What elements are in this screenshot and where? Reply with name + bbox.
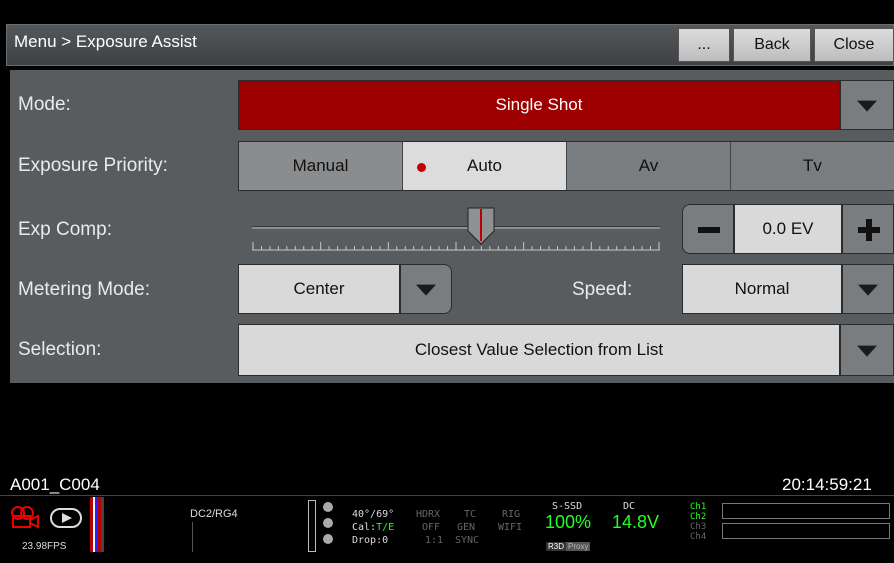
channel-3: Ch3 [690,522,707,532]
tc-label: TC [464,509,477,520]
indicator-light-icon [323,534,333,544]
tc-sync: SYNC [455,535,480,546]
drop-readout: Drop:0 [352,535,389,546]
priority-option-label: Tv [803,156,822,175]
selection-dropdown-button[interactable] [840,324,894,376]
hdrx-value: OFF [422,522,441,533]
channel-1: Ch1 [690,502,707,512]
title-bar: Menu > Exposure Assist ... Back Close [0,0,894,70]
tc-value: GEN [457,522,476,533]
metering-mode-label: Metering Mode: [18,279,151,300]
minus-icon [698,227,720,233]
more-button[interactable]: ... [678,28,730,62]
exposure-priority-label: Exposure Priority: [18,155,168,176]
priority-option-label: Manual [292,156,349,175]
speed-label: Speed: [572,279,633,300]
hdrx-label: HDRX [416,509,441,520]
chevron-down-icon [416,284,436,296]
media-label: S-SSD [552,501,583,512]
metering-dropdown-button[interactable] [400,264,452,314]
audio-level-meter [722,523,890,539]
clip-name: A001_C004 [10,475,100,494]
priority-option-label: Av [638,156,659,175]
timecode: 20:14:59:21 [782,475,872,494]
divider [192,522,193,552]
play-icon[interactable] [50,508,82,528]
priority-option-label: Auto [467,156,502,175]
audio-meter-icon [90,497,104,552]
close-button[interactable]: Close [814,28,894,62]
fps-readout: 23.98FPS [22,541,67,552]
record-camera-icon[interactable] [10,505,42,529]
media-percent: 100% [545,512,592,532]
speed-dropdown[interactable]: Normal [682,264,842,314]
slider-ticks [252,242,660,251]
cal-readout: Cal:T/E [352,522,394,533]
slider-thumb[interactable] [467,207,495,245]
audio-level-meter [722,503,890,519]
priority-option-av[interactable]: Av [567,142,731,190]
indicator-light-icon [323,518,333,528]
channel-4: Ch4 [690,532,707,542]
metering-mode-dropdown[interactable]: Center [238,264,400,314]
indicator-light-icon [323,502,333,512]
speed-dropdown-button[interactable] [842,264,894,314]
priority-option-manual[interactable]: Manual [239,142,403,190]
rig-value: WIFI [498,522,523,533]
rig-label: RIG [502,509,521,520]
exp-comp-decrease-button[interactable] [682,204,734,254]
plus-icon-vertical [866,219,872,241]
voltage-readout: 14.8V [612,512,660,532]
chevron-down-icon [858,284,878,296]
channel-2: Ch2 [690,512,707,522]
media-tag-r3d: R3D [546,542,567,551]
mode-dropdown[interactable]: Single Shot [238,80,840,130]
temp-readout: 40°/69° [352,509,395,520]
back-button[interactable]: Back [733,28,811,62]
exp-comp-value: 0.0 EV [734,204,842,254]
power-label: DC [623,501,636,512]
selection-label: Selection: [18,339,102,360]
hdrx-ratio: 1:1 [425,535,444,546]
mode-label: Mode: [18,94,71,115]
battery-gauge-icon [308,500,316,552]
exp-comp-label: Exp Comp: [18,219,112,240]
cal-label: Cal: [352,522,377,533]
selection-dropdown[interactable]: Closest Value Selection from List [238,324,840,376]
media-tag-proxy: Proxy [566,542,591,551]
cal-value: T/E [376,522,395,533]
selected-dot-icon [417,163,426,172]
breadcrumb-title: Menu > Exposure Assist [14,32,197,51]
mode-dropdown-button[interactable] [840,80,894,130]
chevron-down-icon [857,100,877,112]
exp-comp-slider[interactable] [252,207,660,254]
priority-option-tv[interactable]: Tv [731,142,894,190]
exp-comp-increase-button[interactable] [842,204,894,254]
chevron-down-icon [857,345,877,357]
look-readout: DC2/RG4 [190,508,238,520]
priority-option-auto[interactable]: Auto [403,142,567,190]
